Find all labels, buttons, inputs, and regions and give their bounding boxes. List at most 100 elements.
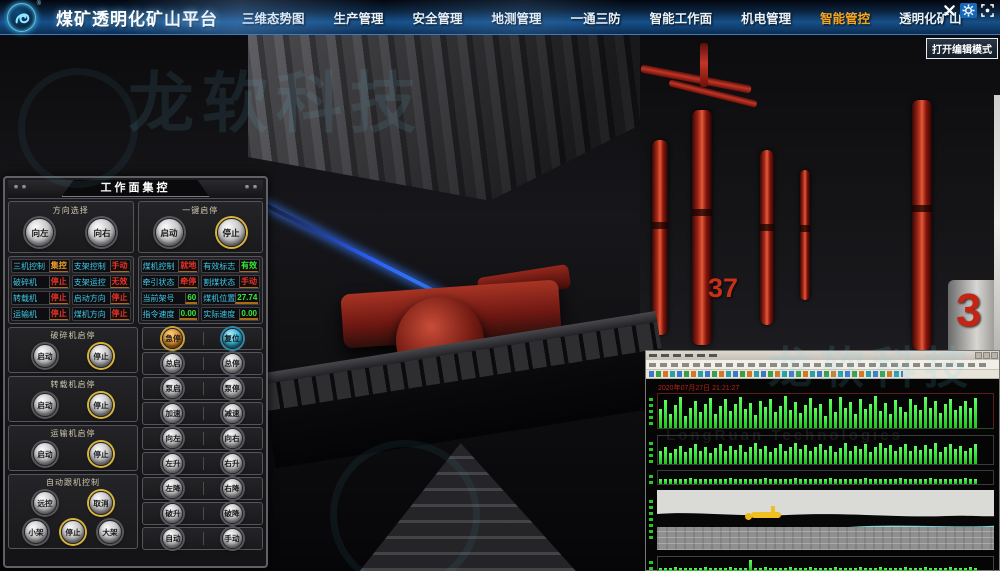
hydraulic-prop bbox=[760, 150, 774, 325]
toolbar[interactable] bbox=[646, 370, 999, 379]
monitor-app-window: 2020年07月27日 21:21:27 LongRuan Technologi… bbox=[645, 350, 1000, 571]
减速-button[interactable]: 减速 bbox=[222, 403, 243, 424]
pressure-plot-area: 2020年07月27日 21:21:27 LongRuan Technologi… bbox=[646, 379, 999, 570]
nav-item-一通三防[interactable]: 一通三防 bbox=[571, 8, 621, 27]
nav-item-地测管理[interactable]: 地测管理 bbox=[492, 8, 542, 27]
启动-button[interactable]: 启动 bbox=[155, 218, 184, 247]
gear-icon[interactable] bbox=[960, 3, 977, 18]
action-row: 总启 总停 bbox=[142, 352, 263, 375]
nav-item-生产管理[interactable]: 生产管理 bbox=[334, 8, 384, 27]
远控-button[interactable]: 远控 bbox=[33, 491, 57, 515]
fullscreen-icon[interactable] bbox=[979, 3, 996, 18]
左升-button[interactable]: 左升 bbox=[162, 453, 183, 474]
group-运输机启停: 运输机启停启动 停止 bbox=[8, 425, 138, 471]
status-grid-left: 三机控制集控支架控制手动破碎机停止支架运控无效转载机停止启动方向停止运输机停止煤… bbox=[8, 256, 134, 324]
right-edge-strip bbox=[994, 95, 1000, 350]
hydraulic-prop bbox=[652, 140, 668, 335]
status-当前架号: 当前架号60 bbox=[141, 291, 200, 305]
workface-control-panel: 工作面集控 方向选择 向左向右 一键启停 启动停止 三机控制集控支架控制手动破碎… bbox=[3, 176, 268, 568]
action-buttons-column: 急停 复位总启 总停泵启 泵停加速 减速向左 向右左升 右升左降 右降破升 破降自动 手动 bbox=[142, 327, 263, 550]
停止-button[interactable]: 停止 bbox=[89, 442, 113, 466]
破降-button[interactable]: 破降 bbox=[222, 503, 243, 524]
status-指令速度: 指令速度0.00 bbox=[141, 307, 200, 321]
app-root: 37 3 龙软科技 龙软科技 ® 煤矿透明化矿山平台 三维态势图生产管理安全管理… bbox=[0, 0, 1000, 571]
window-icons bbox=[941, 3, 996, 18]
pressure-band-1 bbox=[657, 393, 994, 429]
右降-button[interactable]: 右降 bbox=[222, 478, 243, 499]
plot-timestamp: 2020年07月27日 21:21:27 bbox=[658, 383, 739, 393]
action-row: 自动 手动 bbox=[142, 527, 263, 550]
急停-button[interactable]: 急停 bbox=[162, 328, 183, 349]
小架-button[interactable]: 小架 bbox=[24, 520, 48, 544]
group-title: 转载机启停 bbox=[9, 379, 137, 390]
泵停-button[interactable]: 泵停 bbox=[222, 378, 243, 399]
向左-button[interactable]: 向左 bbox=[25, 218, 54, 247]
右升-button[interactable]: 右升 bbox=[222, 453, 243, 474]
泵启-button[interactable]: 泵启 bbox=[162, 378, 183, 399]
maximize-icon[interactable] bbox=[983, 352, 990, 359]
nav-item-机电管理[interactable]: 机电管理 bbox=[741, 8, 791, 27]
window-titlebar[interactable] bbox=[646, 351, 999, 360]
dragon-logo: ® bbox=[7, 3, 36, 32]
group-转载机启停: 转载机启停启动 停止 bbox=[8, 376, 138, 422]
pressure-band-2 bbox=[657, 435, 994, 465]
nav-item-智能管控[interactable]: 智能管控 bbox=[820, 8, 870, 27]
左降-button[interactable]: 左降 bbox=[162, 478, 183, 499]
status-支架控制: 支架控制手动 bbox=[72, 259, 131, 273]
support-number-3: 3 bbox=[956, 283, 982, 337]
machine-groups-column: 破碎机启停启动停止转载机启停启动停止运输机启停启动停止自动跟机控制远控取消小架停… bbox=[8, 327, 138, 550]
手动-button[interactable]: 手动 bbox=[222, 528, 243, 549]
action-row: 破升 破降 bbox=[142, 502, 263, 525]
action-row: 左升 右升 bbox=[142, 452, 263, 475]
app-title: 煤矿透明化矿山平台 bbox=[56, 5, 218, 30]
status-转载机: 转载机停止 bbox=[11, 291, 70, 305]
action-row: 向左 向右 bbox=[142, 427, 263, 450]
nav-item-三维态势图[interactable]: 三维态势图 bbox=[242, 8, 305, 27]
向右-button[interactable]: 向右 bbox=[87, 218, 116, 247]
nav-item-安全管理[interactable]: 安全管理 bbox=[413, 8, 463, 27]
破升-button[interactable]: 破升 bbox=[162, 503, 183, 524]
启动-button[interactable]: 启动 bbox=[33, 344, 57, 368]
status-启动方向: 启动方向停止 bbox=[72, 291, 131, 305]
pressure-band-3 bbox=[657, 470, 994, 485]
总停-button[interactable]: 总停 bbox=[222, 353, 243, 374]
section-title: 一键启停 bbox=[139, 205, 263, 216]
自动-button[interactable]: 自动 bbox=[162, 528, 183, 549]
复位-button[interactable]: 复位 bbox=[222, 328, 243, 349]
停止-button[interactable]: 停止 bbox=[61, 520, 85, 544]
action-row: 泵启 泵停 bbox=[142, 377, 263, 400]
close-icon[interactable] bbox=[991, 352, 998, 359]
onekey-startstop-section: 一键启停 启动 停止 bbox=[138, 201, 264, 253]
top-nav-bar: ® 煤矿透明化矿山平台 三维态势图 生产管理 安全管理 地测管理 一通三防 智能工作面 机电… bbox=[0, 0, 1000, 35]
总启-button[interactable]: 总启 bbox=[162, 353, 183, 374]
停止-button[interactable]: 停止 bbox=[217, 218, 246, 247]
nav-item-智能工作面[interactable]: 智能工作面 bbox=[650, 8, 713, 27]
shearer-marker bbox=[751, 506, 787, 520]
status-grid-right: 煤机控制就地有效标志有效牵引状态牵停割煤状态手动当前架号60煤机位置27.74指… bbox=[138, 256, 264, 324]
group-title: 自动跟机控制 bbox=[9, 477, 137, 488]
section-title: 方向选择 bbox=[9, 205, 133, 216]
status-实际速度: 实际速度0.00 bbox=[201, 307, 260, 321]
status-破碎机: 破碎机停止 bbox=[11, 275, 70, 289]
停止-button[interactable]: 停止 bbox=[89, 393, 113, 417]
red-pipe bbox=[700, 43, 708, 87]
minimize-icon[interactable] bbox=[975, 352, 982, 359]
启动-button[interactable]: 启动 bbox=[33, 442, 57, 466]
group-title: 运输机启停 bbox=[9, 428, 137, 439]
hydraulic-prop bbox=[912, 100, 932, 350]
menu-bar[interactable] bbox=[646, 360, 999, 370]
edit-mode-button[interactable]: 打开编辑模式 bbox=[926, 38, 998, 59]
status-支架运控: 支架运控无效 bbox=[72, 275, 131, 289]
取消-button[interactable]: 取消 bbox=[89, 491, 113, 515]
停止-button[interactable]: 停止 bbox=[89, 344, 113, 368]
大架-button[interactable]: 大架 bbox=[98, 520, 122, 544]
启动-button[interactable]: 启动 bbox=[33, 393, 57, 417]
panel-header: 工作面集控 bbox=[8, 180, 263, 199]
status-煤机控制: 煤机控制就地 bbox=[141, 259, 200, 273]
tools-icon[interactable] bbox=[941, 3, 958, 18]
加速-button[interactable]: 加速 bbox=[162, 403, 183, 424]
向右-button[interactable]: 向右 bbox=[222, 428, 243, 449]
seam-profile-chart bbox=[657, 490, 994, 550]
向左-button[interactable]: 向左 bbox=[162, 428, 183, 449]
status-煤机位置: 煤机位置27.74 bbox=[201, 291, 260, 305]
